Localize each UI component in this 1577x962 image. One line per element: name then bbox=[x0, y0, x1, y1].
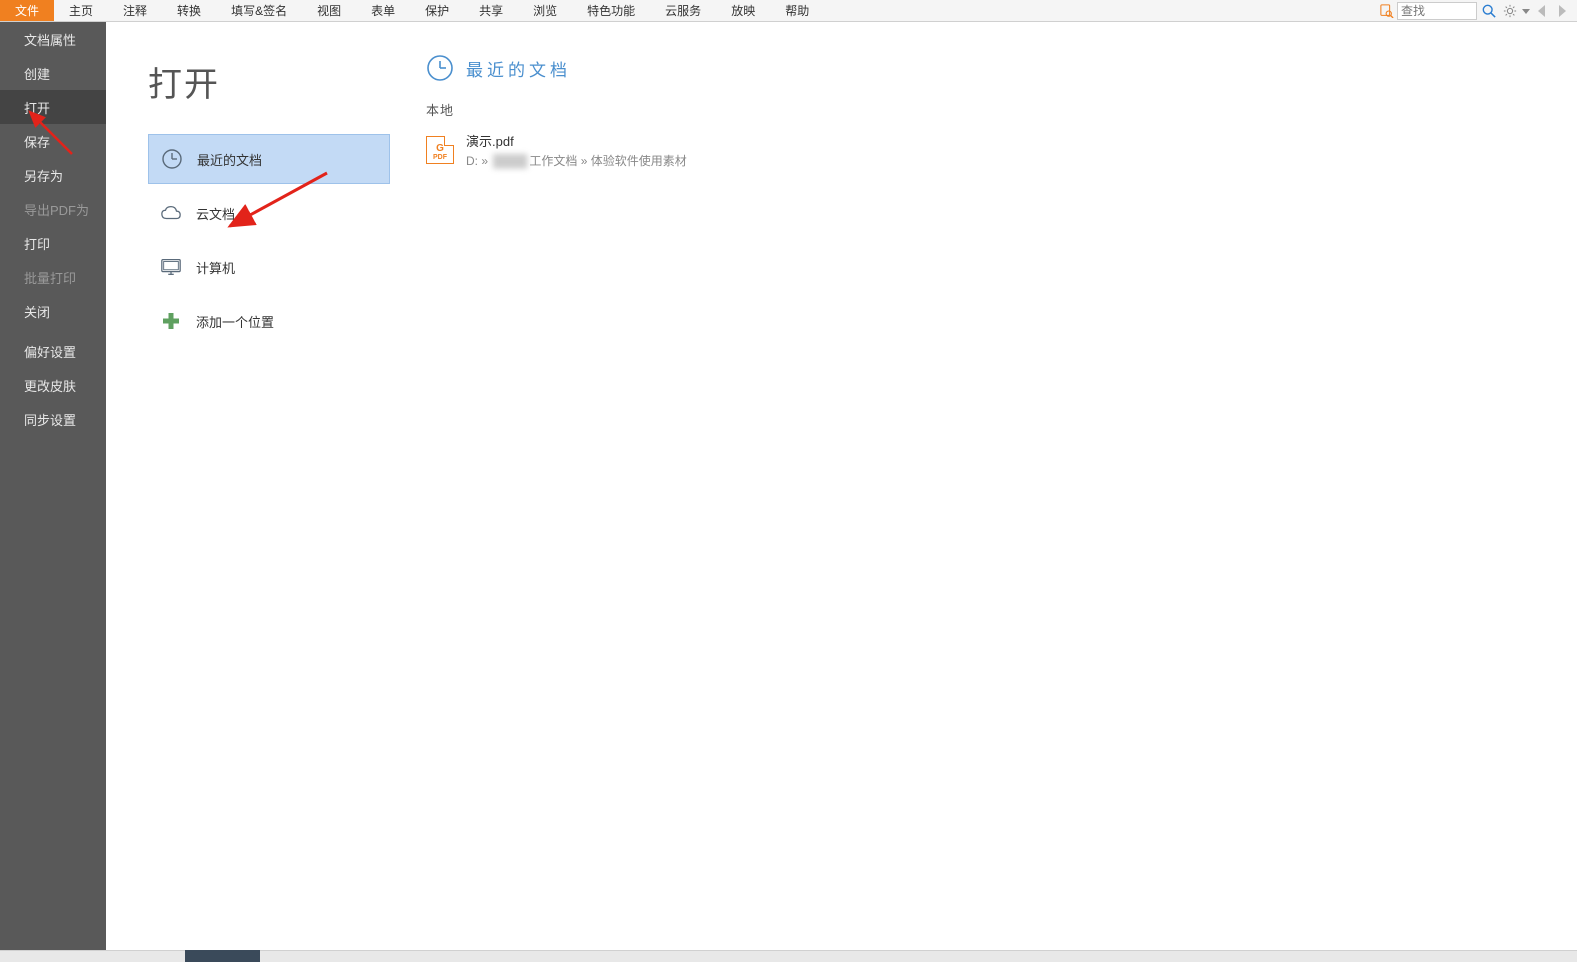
nav-forward-icon[interactable] bbox=[1553, 2, 1571, 20]
menu-tab-填写&签名[interactable]: 填写&签名 bbox=[216, 0, 302, 21]
pdf-file-icon: GPDF bbox=[426, 136, 454, 164]
sidebar-item-print[interactable]: 打印 bbox=[0, 226, 106, 260]
location-label: 最近的文档 bbox=[197, 150, 262, 169]
sidebar-item-save[interactable]: 保存 bbox=[0, 124, 106, 158]
find-input[interactable] bbox=[1397, 2, 1477, 20]
computer-icon bbox=[160, 256, 182, 278]
menu-tab-帮助[interactable]: 帮助 bbox=[770, 0, 824, 21]
sidebar-item-change-skin[interactable]: 更改皮肤 bbox=[0, 368, 106, 402]
sidebar-item-doc-props[interactable]: 文档属性 bbox=[0, 22, 106, 56]
recent-heading: 最近的文档 bbox=[466, 56, 571, 81]
local-subheading: 本地 bbox=[426, 100, 1577, 119]
menu-bar: 文件主页注释转换填写&签名视图表单保护共享浏览特色功能云服务放映帮助 bbox=[0, 0, 1577, 22]
recent-content: 最近的文档 本地 GPDF 演示.pdf D: » ████工作文档 » 体验软件使… bbox=[390, 22, 1577, 950]
sidebar-item-create[interactable]: 创建 bbox=[0, 56, 106, 90]
sidebar-item-preferences[interactable]: 偏好设置 bbox=[0, 334, 106, 368]
sidebar-item-batch-print[interactable]: 批量打印 bbox=[0, 260, 106, 294]
location-computer[interactable]: 计算机 bbox=[148, 242, 390, 292]
menu-tab-共享[interactable]: 共享 bbox=[464, 0, 518, 21]
panel-title: 打开 bbox=[148, 57, 390, 106]
sidebar-item-sync-settings[interactable]: 同步设置 bbox=[0, 402, 106, 436]
file-sidebar: 文档属性创建打开保存另存为导出PDF为打印批量打印关闭 偏好设置更改皮肤同步设置 bbox=[0, 22, 106, 950]
sidebar-item-close[interactable]: 关闭 bbox=[0, 294, 106, 328]
workspace: 文档属性创建打开保存另存为导出PDF为打印批量打印关闭 偏好设置更改皮肤同步设置… bbox=[0, 22, 1577, 950]
recent-file[interactable]: GPDF 演示.pdf D: » ████工作文档 » 体验软件使用素材 bbox=[426, 129, 1577, 171]
location-label: 计算机 bbox=[196, 258, 235, 277]
location-cloud[interactable]: 云文档 bbox=[148, 188, 390, 238]
status-bar-segment bbox=[185, 950, 260, 962]
location-recent[interactable]: 最近的文档 bbox=[148, 134, 390, 184]
menu-tab-保护[interactable]: 保护 bbox=[410, 0, 464, 21]
file-path: D: » ████工作文档 » 体验软件使用素材 bbox=[466, 152, 687, 169]
sidebar-item-save-as[interactable]: 另存为 bbox=[0, 158, 106, 192]
nav-back-icon[interactable] bbox=[1533, 2, 1551, 20]
find-in-doc-icon[interactable] bbox=[1379, 3, 1395, 19]
menu-tab-表单[interactable]: 表单 bbox=[356, 0, 410, 21]
search-group bbox=[1379, 0, 1577, 21]
file-name: 演示.pdf bbox=[466, 131, 687, 150]
menu-tab-特色功能[interactable]: 特色功能 bbox=[572, 0, 650, 21]
plus-icon bbox=[160, 310, 182, 332]
clock-icon bbox=[161, 148, 183, 170]
menu-spacer bbox=[824, 0, 1379, 21]
recent-heading-row: 最近的文档 bbox=[426, 54, 1577, 82]
clock-icon bbox=[426, 54, 454, 82]
sidebar-item-export-pdf[interactable]: 导出PDF为 bbox=[0, 192, 106, 226]
cloud-icon bbox=[160, 202, 182, 224]
menu-tab-注释[interactable]: 注释 bbox=[108, 0, 162, 21]
menu-tab-主页[interactable]: 主页 bbox=[54, 0, 108, 21]
location-label: 添加一个位置 bbox=[196, 312, 274, 331]
menu-tab-放映[interactable]: 放映 bbox=[716, 0, 770, 21]
gear-icon[interactable] bbox=[1501, 2, 1519, 20]
menu-tab-浏览[interactable]: 浏览 bbox=[518, 0, 572, 21]
menu-tab-云服务[interactable]: 云服务 bbox=[650, 0, 716, 21]
menu-tab-视图[interactable]: 视图 bbox=[302, 0, 356, 21]
menu-tab-转换[interactable]: 转换 bbox=[162, 0, 216, 21]
file-meta: 演示.pdf D: » ████工作文档 » 体验软件使用素材 bbox=[466, 131, 687, 169]
location-add-location[interactable]: 添加一个位置 bbox=[148, 296, 390, 346]
dropdown-icon[interactable] bbox=[1521, 2, 1531, 20]
menu-tab-文件[interactable]: 文件 bbox=[0, 0, 54, 21]
location-label: 云文档 bbox=[196, 204, 235, 223]
sidebar-item-open[interactable]: 打开 bbox=[0, 90, 106, 124]
search-submit-icon[interactable] bbox=[1479, 2, 1499, 20]
open-panel: 打开 最近的文档云文档计算机添加一个位置 bbox=[106, 22, 390, 950]
